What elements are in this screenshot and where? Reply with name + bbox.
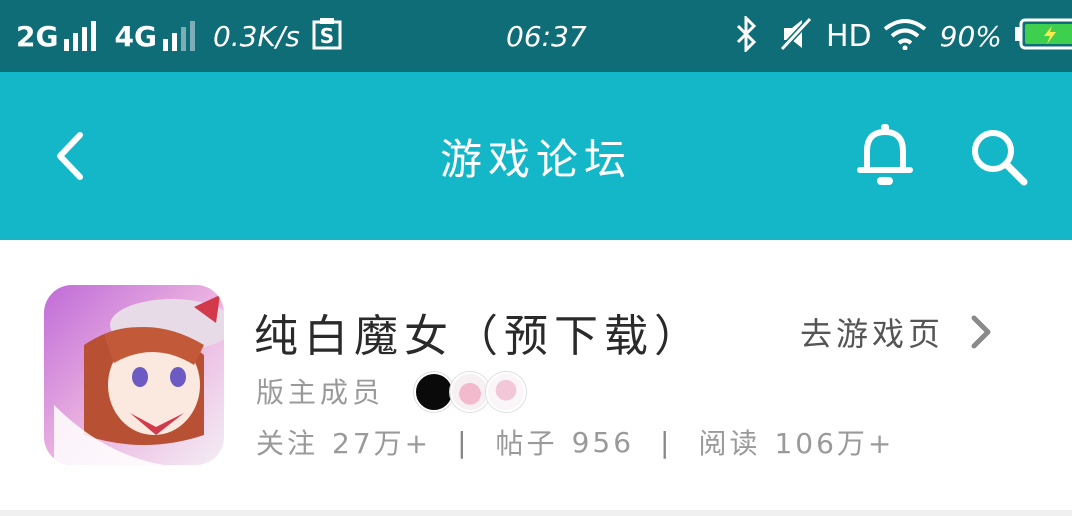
chevron-right-icon (971, 315, 991, 349)
signal-group: 2G 4G 0.3K/s S (16, 0, 342, 72)
game-title: 纯白魔女（预下载） (254, 311, 704, 362)
back-button[interactable] (40, 124, 100, 188)
avatar[interactable] (414, 372, 454, 412)
clock: 06:37 (506, 19, 587, 53)
network-type-2: 4G (114, 19, 157, 53)
hd-label: HD (826, 18, 872, 54)
search-icon (972, 130, 1028, 186)
battery-percent: 90% (939, 19, 1002, 53)
follow-count: 27万+ (332, 427, 432, 460)
net-speed: 0.3K/s (212, 19, 300, 53)
reads-label: 阅读 (698, 427, 761, 460)
signal-icon-2 (162, 21, 195, 51)
avatar[interactable] (486, 372, 526, 412)
svg-text:S: S (320, 24, 334, 48)
status-bar: 2G 4G 0.3K/s S 06:37 HD 90% (0, 0, 1072, 72)
go-to-game-label: 去游戏页 (800, 315, 945, 353)
bluetooth-icon (736, 14, 758, 56)
network-type-1: 2G (16, 19, 59, 53)
game-icon[interactable] (44, 285, 224, 465)
search-button[interactable] (962, 120, 1036, 194)
notification-button[interactable] (850, 120, 920, 190)
posts-label: 帖子 (495, 427, 558, 460)
battery-icon (1014, 18, 1072, 54)
muted-icon (779, 16, 813, 55)
s-notification-icon: S (312, 18, 342, 54)
bell-icon (857, 124, 913, 185)
divider: | (660, 425, 673, 459)
moderator-avatars[interactable] (414, 372, 526, 412)
reads-count: 106万+ (774, 427, 895, 460)
wifi-icon (882, 18, 928, 54)
forum-stats: 关注 27万+ | 帖子 956 | 阅读 106万+ (256, 420, 894, 464)
status-right: HD 90% (736, 0, 1072, 72)
signal-icon (64, 21, 97, 51)
app-bar: 游戏论坛 (0, 72, 1072, 240)
moderator-label: 版主成员 (256, 376, 385, 409)
section-divider (0, 510, 1072, 516)
back-icon (57, 132, 83, 180)
divider: | (457, 425, 470, 459)
follow-label: 关注 (256, 427, 319, 460)
avatar[interactable] (450, 372, 490, 412)
go-to-game-page-link[interactable]: 去游戏页 (800, 310, 996, 354)
posts-count: 956 (571, 425, 635, 459)
